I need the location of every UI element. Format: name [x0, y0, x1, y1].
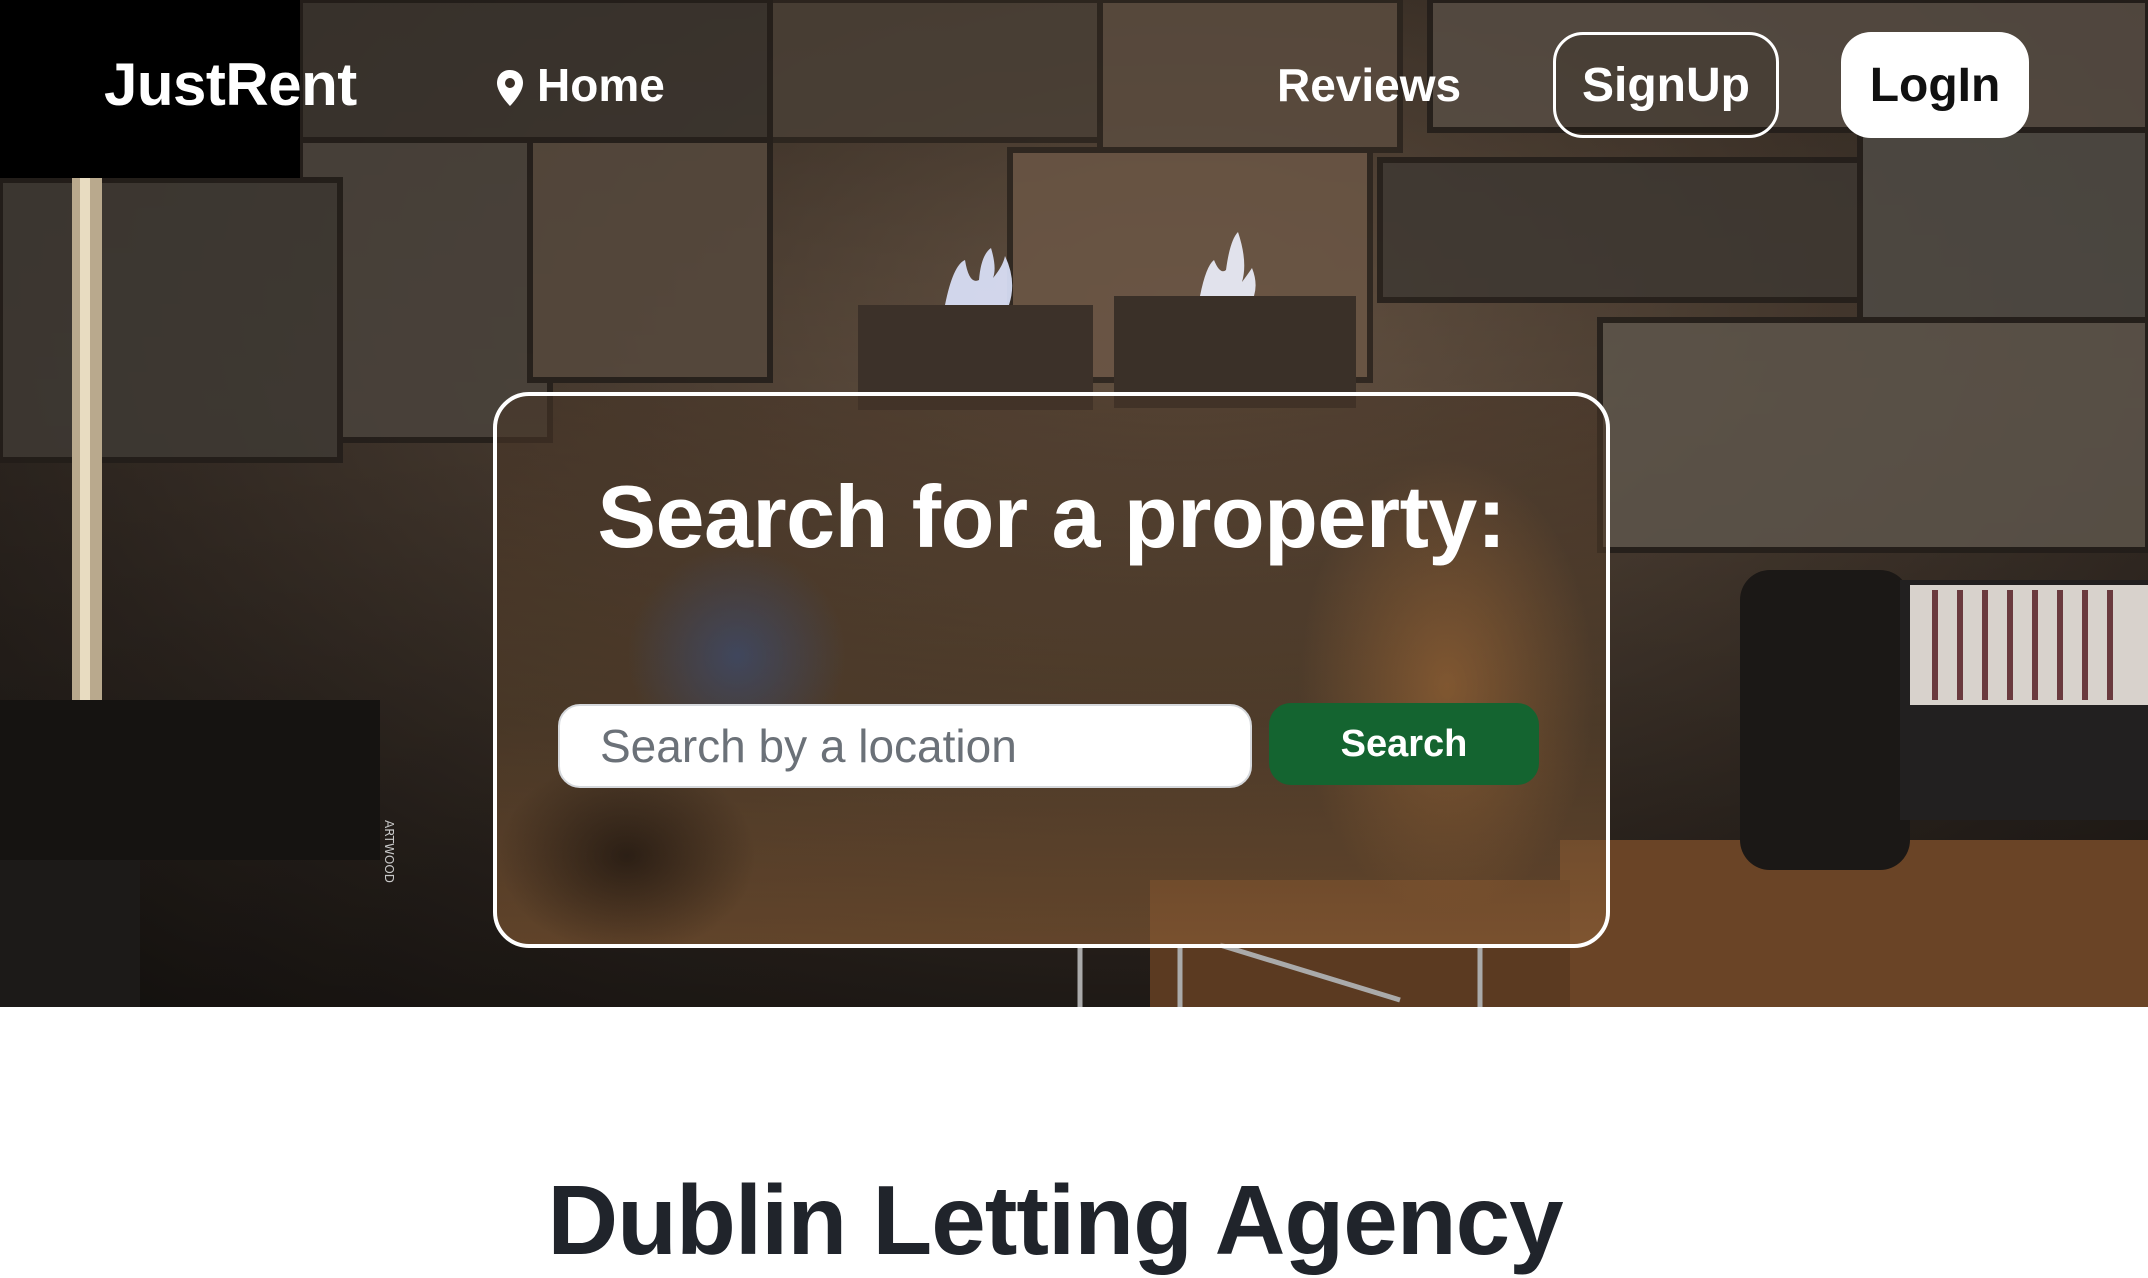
search-title: Search for a property: — [597, 467, 1506, 566]
agency-title: Dublin Letting Agency — [547, 1164, 1563, 1275]
stand-brand-label: ARTWOOD — [382, 820, 396, 883]
brand-logo[interactable]: JustRent — [104, 50, 357, 119]
location-search-input[interactable] — [558, 704, 1252, 788]
nav-reviews-link[interactable]: Reviews — [1277, 58, 1461, 112]
nav-home-label: Home — [537, 59, 665, 111]
search-card: Search for a property: Search — [493, 392, 1610, 948]
nav-home-link[interactable]: Home — [495, 58, 665, 112]
login-button[interactable]: LogIn — [1841, 32, 2029, 138]
hero-section: ARTWOOD JustRent Home Reviews SignUp Log… — [0, 0, 2148, 1007]
signup-button[interactable]: SignUp — [1553, 32, 1779, 138]
map-pin-icon — [495, 65, 525, 106]
search-button[interactable]: Search — [1269, 703, 1539, 785]
